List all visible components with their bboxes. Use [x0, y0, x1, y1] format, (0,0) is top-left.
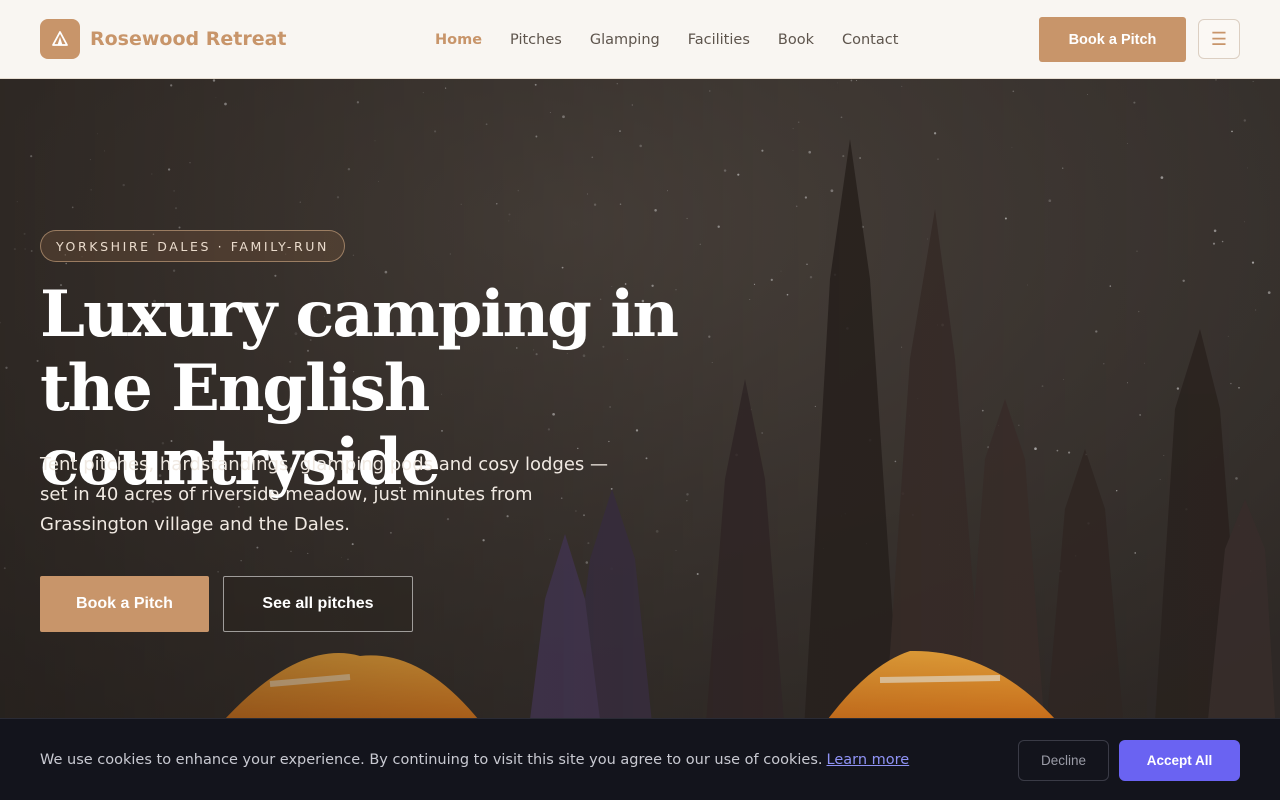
hero-book-button[interactable]: Book a Pitch — [40, 576, 209, 632]
cookie-text: We use cookies to enhance your experienc… — [40, 751, 823, 768]
tent-icon — [40, 19, 80, 59]
menu-icon[interactable]: ☰ — [1198, 19, 1240, 59]
cookie-banner: We use cookies to enhance your experienc… — [0, 718, 1280, 800]
main-nav: Home Pitches Glamping Facilities Book Co… — [435, 0, 898, 79]
see-pitches-button[interactable]: See all pitches — [223, 576, 413, 632]
site-header: Rosewood Retreat Home Pitches Glamping F… — [0, 0, 1280, 79]
nav-item-pitches[interactable]: Pitches — [510, 32, 562, 48]
nav-item-glamping[interactable]: Glamping — [590, 32, 660, 48]
cookie-learn-more-link[interactable]: Learn more — [827, 752, 910, 768]
brand-logo[interactable]: Rosewood Retreat — [40, 19, 287, 59]
cookie-decline-button[interactable]: Decline — [1018, 740, 1109, 781]
hero-subtitle: Tent pitches, hardstandings, glamping po… — [40, 454, 609, 535]
nav-item-book[interactable]: Book — [778, 32, 814, 48]
cookie-message: We use cookies to enhance your experienc… — [40, 752, 909, 768]
nav-item-facilities[interactable]: Facilities — [688, 32, 750, 48]
nav-item-home[interactable]: Home — [435, 32, 482, 48]
brand-name: Rosewood Retreat — [90, 28, 287, 50]
cookie-accept-button[interactable]: Accept All — [1119, 740, 1240, 781]
hero-eyebrow-badge: YORKSHIRE DALES · FAMILY-RUN — [40, 230, 345, 262]
header-book-button[interactable]: Book a Pitch — [1039, 17, 1186, 62]
nav-item-contact[interactable]: Contact — [842, 32, 898, 48]
hero-section: YORKSHIRE DALES · FAMILY-RUN Luxury camp… — [0, 79, 1280, 800]
